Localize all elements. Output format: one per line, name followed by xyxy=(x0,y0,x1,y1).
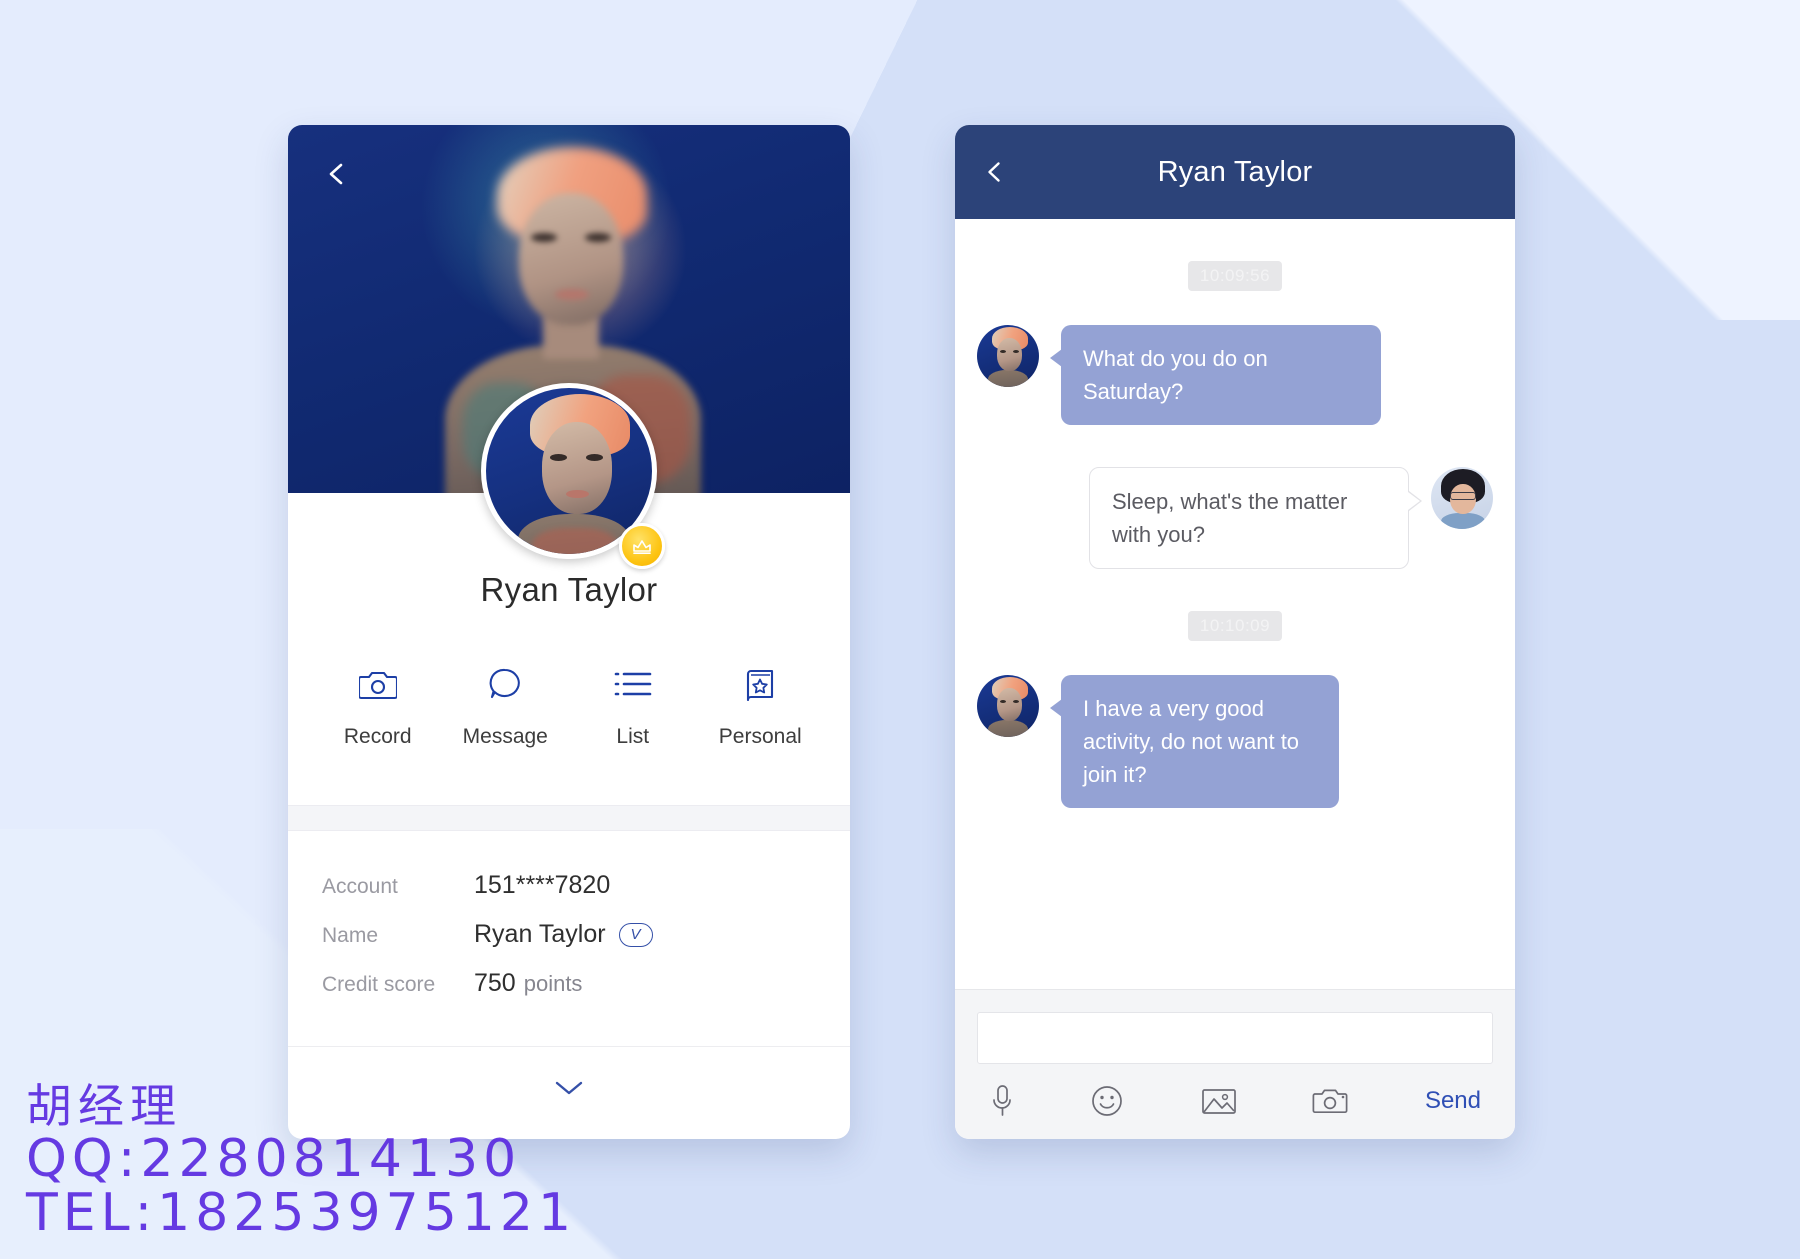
image-icon[interactable] xyxy=(1200,1078,1238,1124)
send-button[interactable]: Send xyxy=(1425,1087,1481,1115)
chat-title: Ryan Taylor xyxy=(1157,155,1313,188)
quick-actions: Record Message List Personal xyxy=(288,609,850,749)
watermark-line-2: QQ:2280814130 xyxy=(26,1128,522,1189)
timestamp: 10:10:09 xyxy=(977,611,1493,641)
background-gradient xyxy=(0,0,1800,1259)
message-list[interactable]: 10:09:56 What do you do on Saturday? Sle… xyxy=(955,219,1515,989)
chevron-left-icon xyxy=(329,163,343,185)
info-label: Credit score xyxy=(322,973,436,996)
back-button[interactable] xyxy=(324,161,350,187)
microphone-icon[interactable] xyxy=(989,1078,1015,1124)
watermark-line-3: TEL:18253975121 xyxy=(26,1183,577,1244)
message-bubble[interactable]: Sleep, what's the matter with you? xyxy=(1089,467,1422,569)
info-row-name: Name Ryan Taylor V xyxy=(288,910,850,959)
timestamp-text: 10:10:09 xyxy=(1187,611,1283,641)
credit-score-number: 750 xyxy=(474,969,516,997)
crown-badge xyxy=(619,523,665,569)
camera-icon xyxy=(358,663,397,705)
action-label: Personal xyxy=(718,725,802,748)
info-value: Ryan Taylor V xyxy=(474,920,653,949)
info-value-text: Ryan Taylor xyxy=(474,920,606,948)
account-info-list: Account 151****7820 Name Ryan Taylor V C… xyxy=(288,831,850,1020)
info-value: 750 points xyxy=(474,969,582,998)
action-list[interactable]: List xyxy=(578,663,688,749)
chat-back-button[interactable] xyxy=(983,160,1007,184)
chat-header: Ryan Taylor xyxy=(955,125,1515,219)
info-label: Account xyxy=(322,875,398,898)
action-label: Record xyxy=(343,725,412,748)
action-label: List xyxy=(616,725,650,748)
chat-toolbar: Send xyxy=(955,1064,1515,1124)
chat-input-bar: Send xyxy=(955,989,1515,1139)
camera-icon[interactable] xyxy=(1312,1078,1350,1124)
message-bubble[interactable]: What do you do on Saturday? xyxy=(1050,325,1381,425)
message-icon xyxy=(487,663,523,705)
message-row-incoming: I have a very good activity, do not want… xyxy=(977,675,1493,808)
bookmark-star-icon xyxy=(743,663,777,705)
message-bubble[interactable]: I have a very good activity, do not want… xyxy=(1050,675,1339,808)
section-divider xyxy=(288,805,850,831)
avatar[interactable] xyxy=(977,675,1039,737)
verified-badge: V xyxy=(618,922,653,947)
action-label: Message xyxy=(462,725,548,748)
credit-score-unit: points xyxy=(523,970,583,996)
profile-screen: Ryan Taylor Record Message List Personal… xyxy=(288,125,850,1139)
crown-icon xyxy=(633,540,651,555)
info-row-account: Account 151****7820 xyxy=(288,861,850,910)
timestamp-text: 10:09:56 xyxy=(1187,261,1283,291)
list-icon xyxy=(614,663,652,705)
message-row-incoming: What do you do on Saturday? xyxy=(977,325,1493,425)
info-value: 151****7820 xyxy=(474,871,611,899)
avatar[interactable] xyxy=(977,325,1039,387)
chevron-left-icon xyxy=(988,162,1000,182)
action-message[interactable]: Message xyxy=(450,663,560,749)
chat-screen: Ryan Taylor 10:09:56 What do you do on S… xyxy=(955,125,1515,1139)
info-label: Name xyxy=(322,924,379,947)
info-row-credit-score: Credit score 750 points xyxy=(288,959,850,1008)
action-record[interactable]: Record xyxy=(323,663,433,749)
chevron-down-icon xyxy=(555,1081,583,1095)
page-title: Ryan Taylor xyxy=(480,571,658,608)
smiley-icon[interactable] xyxy=(1089,1078,1125,1124)
expand-button[interactable] xyxy=(288,1047,850,1129)
message-input[interactable] xyxy=(977,1012,1493,1064)
message-row-outgoing: Sleep, what's the matter with you? xyxy=(977,467,1493,569)
avatar[interactable] xyxy=(1431,467,1493,529)
timestamp: 10:09:56 xyxy=(977,261,1493,291)
action-personal[interactable]: Personal xyxy=(705,663,815,749)
